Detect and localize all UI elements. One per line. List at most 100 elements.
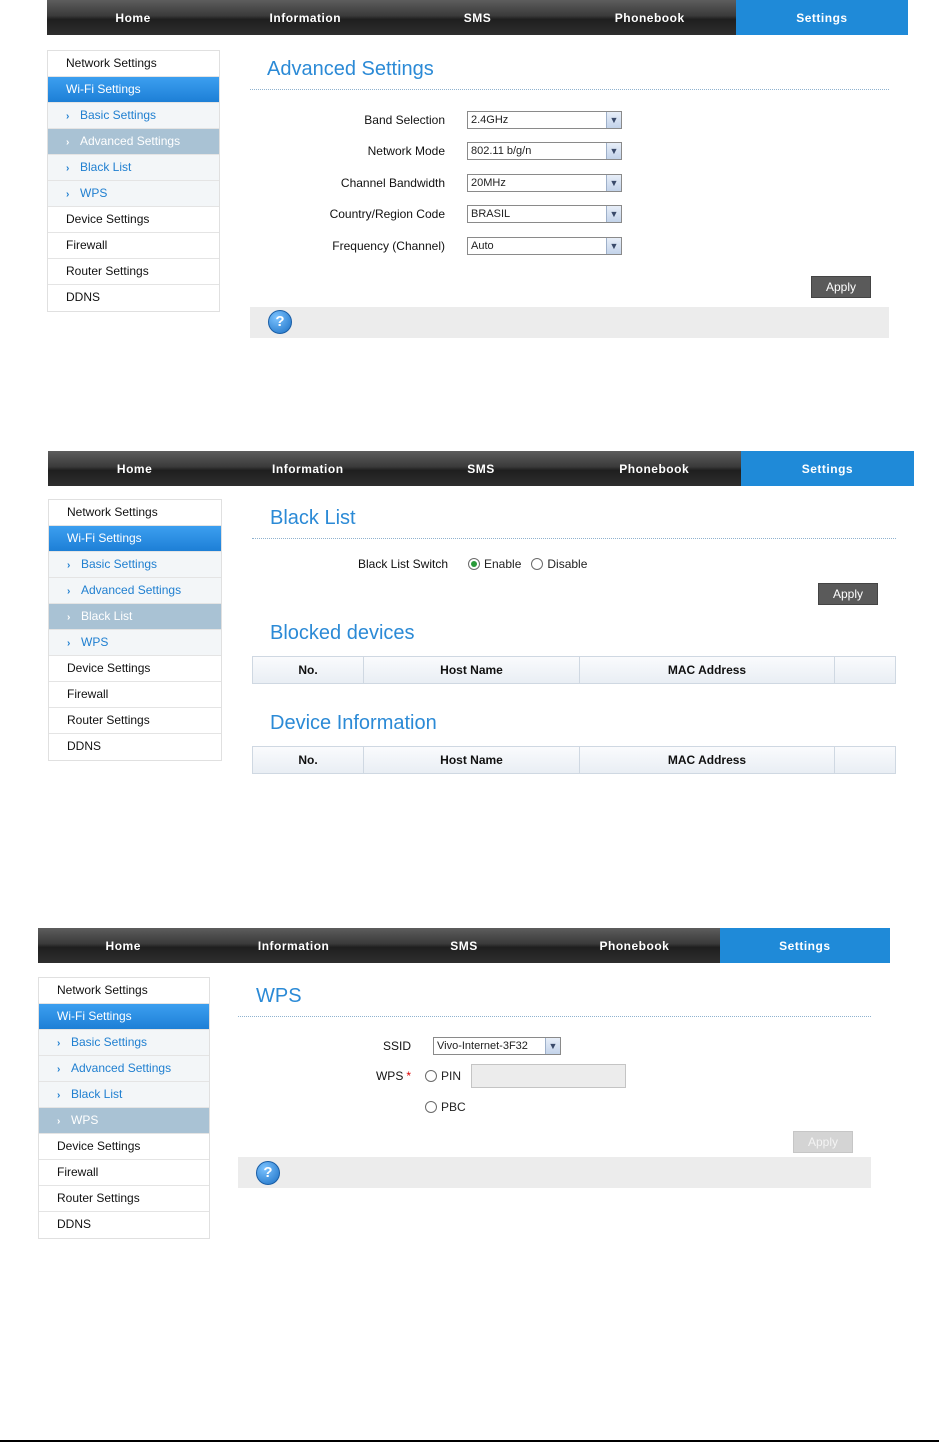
sidebar-subitem-advanced-settings[interactable]: › Advanced Settings xyxy=(49,578,221,604)
country-region-select[interactable]: BRASIL ▼ xyxy=(467,205,622,224)
column-header: No. xyxy=(253,747,364,773)
sidebar-item-router-settings[interactable]: Router Settings xyxy=(48,259,219,285)
chevron-down-icon: ▼ xyxy=(545,1038,560,1054)
pbc-radio[interactable] xyxy=(425,1101,437,1113)
chevron-right-icon: › xyxy=(57,1090,61,1101)
sidebar-subitem-label: Basic Settings xyxy=(81,557,158,571)
select-value: 20MHz xyxy=(471,176,506,189)
sidebar: Network Settings Wi-Fi Settings › Basic S… xyxy=(48,499,222,761)
nav-phonebook[interactable]: Phonebook xyxy=(568,451,741,486)
sidebar-subitem-label: Black List xyxy=(80,160,132,174)
chevron-right-icon: › xyxy=(67,560,71,571)
chevron-right-icon: › xyxy=(67,638,71,649)
sidebar-item-router-settings[interactable]: Router Settings xyxy=(39,1186,209,1212)
sidebar-item-wifi-settings[interactable]: Wi-Fi Settings xyxy=(39,1004,209,1030)
sidebar-subitem-basic-settings[interactable]: › Basic Settings xyxy=(39,1030,209,1056)
sidebar-subitem-wps[interactable]: › WPS xyxy=(49,630,221,656)
apply-button[interactable]: Apply xyxy=(817,583,878,605)
nav-sms[interactable]: SMS xyxy=(394,451,567,486)
sidebar-item-device-settings[interactable]: Device Settings xyxy=(48,207,219,233)
sidebar-subitem-black-list[interactable]: › Black List xyxy=(48,155,219,181)
top-nav: Home Information SMS Phonebook Settings xyxy=(47,0,909,35)
page-title: Advanced Settings xyxy=(250,58,889,90)
sidebar-subitem-basic-settings[interactable]: › Basic Settings xyxy=(48,103,219,129)
nav-sms[interactable]: SMS xyxy=(379,928,549,963)
sidebar-item-wifi-settings[interactable]: Wi-Fi Settings xyxy=(49,526,221,552)
apply-button[interactable]: Apply xyxy=(792,1131,853,1153)
form-row-network-mode: Network Mode 802.11 b/g/n ▼ xyxy=(250,136,889,168)
top-nav: Home Information SMS Phonebook Settings xyxy=(48,451,915,486)
help-bar: ? xyxy=(238,1157,871,1188)
page-title: WPS xyxy=(238,985,871,1017)
wps-pbc-row: PBC xyxy=(238,1091,871,1123)
ssid-select[interactable]: Vivo-Internet-3F32 ▼ xyxy=(433,1037,561,1055)
column-header xyxy=(835,747,895,773)
sidebar-item-firewall[interactable]: Firewall xyxy=(39,1160,209,1186)
chevron-down-icon: ▼ xyxy=(606,174,621,191)
sidebar-item-wifi-settings[interactable]: Wi-Fi Settings xyxy=(48,77,219,103)
nav-settings[interactable]: Settings xyxy=(740,451,915,486)
blocked-devices-table-header: No. Host Name MAC Address xyxy=(252,656,896,684)
frequency-channel-select[interactable]: Auto ▼ xyxy=(467,236,622,255)
pin-input[interactable] xyxy=(471,1064,627,1088)
sidebar-subitem-label: Black List xyxy=(71,1087,123,1101)
sidebar-item-device-settings[interactable]: Device Settings xyxy=(49,656,221,682)
nav-information[interactable]: Information xyxy=(219,0,391,35)
column-header: No. xyxy=(253,657,364,683)
help-icon[interactable]: ? xyxy=(256,1160,280,1185)
sidebar-item-network-settings[interactable]: Network Settings xyxy=(48,51,219,77)
nav-sms[interactable]: SMS xyxy=(391,0,563,35)
sidebar-item-firewall[interactable]: Firewall xyxy=(49,682,221,708)
nav-information[interactable]: Information xyxy=(221,451,394,486)
band-selection-label: Band Selection xyxy=(364,112,445,127)
chevron-down-icon: ▼ xyxy=(606,237,621,254)
nav-phonebook[interactable]: Phonebook xyxy=(549,928,719,963)
apply-button[interactable]: Apply xyxy=(810,275,871,298)
channel-bandwidth-select[interactable]: 20MHz ▼ xyxy=(467,173,622,192)
sidebar-item-ddns[interactable]: DDNS xyxy=(49,734,221,760)
sidebar-subitem-black-list[interactable]: › Black List xyxy=(49,604,221,630)
help-icon[interactable]: ? xyxy=(268,310,292,334)
disable-radio[interactable] xyxy=(531,558,544,570)
enable-label: Enable xyxy=(484,557,522,571)
sidebar-subitem-basic-settings[interactable]: › Basic Settings xyxy=(49,552,221,578)
chevron-right-icon: › xyxy=(66,163,70,174)
sidebar-subitem-wps[interactable]: › WPS xyxy=(39,1108,209,1134)
nav-phonebook[interactable]: Phonebook xyxy=(564,0,736,35)
wps-pin-row: WPS * PIN xyxy=(238,1061,871,1091)
nav-settings[interactable]: Settings xyxy=(735,0,909,35)
required-mark: * xyxy=(406,1069,411,1083)
top-nav: Home Information SMS Phonebook Settings xyxy=(38,928,891,963)
chevron-down-icon: ▼ xyxy=(606,206,621,223)
sidebar-item-router-settings[interactable]: Router Settings xyxy=(49,708,221,734)
sidebar-subitem-advanced-settings[interactable]: › Advanced Settings xyxy=(48,129,219,155)
network-mode-select[interactable]: 802.11 b/g/n ▼ xyxy=(467,142,622,161)
nav-home[interactable]: Home xyxy=(48,451,221,486)
device-information-title: Device Information xyxy=(270,712,437,734)
sidebar-item-firewall[interactable]: Firewall xyxy=(48,233,219,259)
sidebar-subitem-wps[interactable]: › WPS xyxy=(48,181,219,207)
sidebar-item-device-settings[interactable]: Device Settings xyxy=(39,1134,209,1160)
sidebar-subitem-black-list[interactable]: › Black List xyxy=(39,1082,209,1108)
advanced-content: Advanced Settings Band Selection 2.4GHz ▼… xyxy=(250,58,889,338)
pin-radio[interactable] xyxy=(425,1070,437,1082)
wps-label-container: WPS * xyxy=(238,1069,425,1083)
sidebar-item-network-settings[interactable]: Network Settings xyxy=(39,978,209,1004)
pin-label: PIN xyxy=(441,1069,462,1083)
form-row-band: Band Selection 2.4GHz ▼ xyxy=(250,104,889,136)
chevron-right-icon: › xyxy=(57,1038,61,1049)
nav-home[interactable]: Home xyxy=(47,0,219,35)
band-selection-select[interactable]: 2.4GHz ▼ xyxy=(467,110,622,129)
wps-content: WPS SSID Vivo-Internet-3F32 ▼ WPS * PIN PB… xyxy=(238,985,871,1188)
sidebar-item-network-settings[interactable]: Network Settings xyxy=(49,500,221,526)
enable-radio[interactable] xyxy=(468,558,480,570)
form-row-frequency: Frequency (Channel) Auto ▼ xyxy=(250,230,889,262)
sidebar-item-ddns[interactable]: DDNS xyxy=(48,285,219,311)
sidebar-item-ddns[interactable]: DDNS xyxy=(39,1212,209,1238)
sidebar-subitem-label: Advanced Settings xyxy=(81,583,182,597)
nav-settings[interactable]: Settings xyxy=(719,928,891,963)
apply-row: Apply xyxy=(238,1131,871,1157)
sidebar-subitem-advanced-settings[interactable]: › Advanced Settings xyxy=(39,1056,209,1082)
nav-home[interactable]: Home xyxy=(38,928,208,963)
nav-information[interactable]: Information xyxy=(208,928,378,963)
